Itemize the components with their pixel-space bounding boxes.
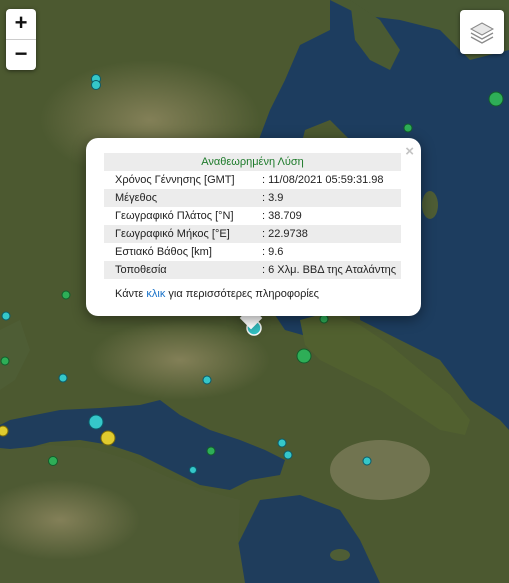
marker-green[interactable]	[0, 356, 10, 366]
more-info-link[interactable]: κλικ	[146, 288, 165, 300]
marker-teal[interactable]	[202, 375, 212, 385]
popup-title-row: Αναθεωρημένη Λύση	[104, 153, 401, 171]
island-skyros	[422, 191, 438, 219]
marker-teal[interactable]	[58, 373, 68, 383]
marker-teal[interactable]	[362, 456, 372, 466]
layers-icon	[469, 22, 495, 44]
row-value: : 6 Χλμ. ΒΒΔ της Αταλάντης	[255, 261, 401, 279]
marker-teal[interactable]	[189, 466, 197, 474]
terrain-athens	[330, 440, 430, 500]
row-value: : 22.9738	[255, 225, 401, 243]
marker-teal[interactable]	[283, 450, 293, 460]
marker-green[interactable]	[403, 123, 413, 133]
row-label: Εστιακό Βάθος [km]	[115, 246, 212, 258]
marker-green[interactable]	[488, 91, 504, 107]
marker-green[interactable]	[48, 456, 58, 466]
table-row: Γεωγραφικό Πλάτος [°N] : 38.709	[104, 207, 401, 225]
marker-yellow[interactable]	[100, 430, 116, 446]
terrain-shading	[90, 320, 270, 400]
row-label: Μέγεθος	[104, 189, 255, 207]
table-row: Τοποθεσία : 6 Χλμ. ΒΒΔ της Αταλάντης	[104, 261, 401, 279]
table-row: Μέγεθος : 3.9	[104, 189, 401, 207]
popup-title: Αναθεωρημένη Λύση	[104, 153, 401, 171]
table-row: Εστιακό Βάθος [km] : 9.6	[104, 243, 401, 261]
table-row: Χρόνος Γέννησης [GMT] : 11/08/2021 05:59…	[104, 171, 401, 189]
marker-teal[interactable]	[91, 80, 101, 90]
earthquake-details-table: Αναθεωρημένη Λύση Χρόνος Γέννησης [GMT] …	[104, 153, 401, 279]
island-aegina	[330, 549, 350, 561]
marker-green[interactable]	[296, 348, 312, 364]
row-label: Χρόνος Γέννησης [GMT]	[115, 174, 235, 186]
marker-teal[interactable]	[277, 438, 287, 448]
row-value: : 9.6	[262, 246, 284, 258]
more-prefix: Κάντε	[115, 288, 147, 300]
row-value: : 3.9	[255, 189, 401, 207]
marker-yellow[interactable]	[0, 425, 9, 437]
more-suffix: για περισσότερες πληροφορίες	[165, 288, 319, 300]
row-label: Τοποθεσία	[104, 261, 255, 279]
row-label: Γεωγραφικό Πλάτος [°N]	[115, 210, 234, 222]
zoom-out-button[interactable]: −	[6, 40, 36, 70]
more-info-text: Κάντε κλικ για περισσότερες πληροφορίες	[115, 288, 319, 300]
marker-teal[interactable]	[88, 414, 104, 430]
close-icon[interactable]: ×	[405, 143, 414, 160]
earthquake-popup: × Αναθεωρημένη Λύση Χρόνος Γέννησης [GMT…	[86, 138, 421, 316]
zoom-control: + −	[6, 9, 36, 70]
marker-green[interactable]	[61, 290, 71, 300]
marker-green[interactable]	[319, 314, 329, 324]
row-value: : 11/08/2021 05:59:31.98	[262, 174, 384, 186]
marker-green[interactable]	[206, 446, 216, 456]
row-value: : 38.709	[262, 210, 302, 222]
table-row: Γεωγραφικό Μήκος [°E] : 22.9738	[104, 225, 401, 243]
layers-button[interactable]	[460, 10, 504, 54]
zoom-in-button[interactable]: +	[6, 9, 36, 40]
row-label: Γεωγραφικό Μήκος [°E]	[104, 225, 255, 243]
marker-teal[interactable]	[1, 311, 11, 321]
